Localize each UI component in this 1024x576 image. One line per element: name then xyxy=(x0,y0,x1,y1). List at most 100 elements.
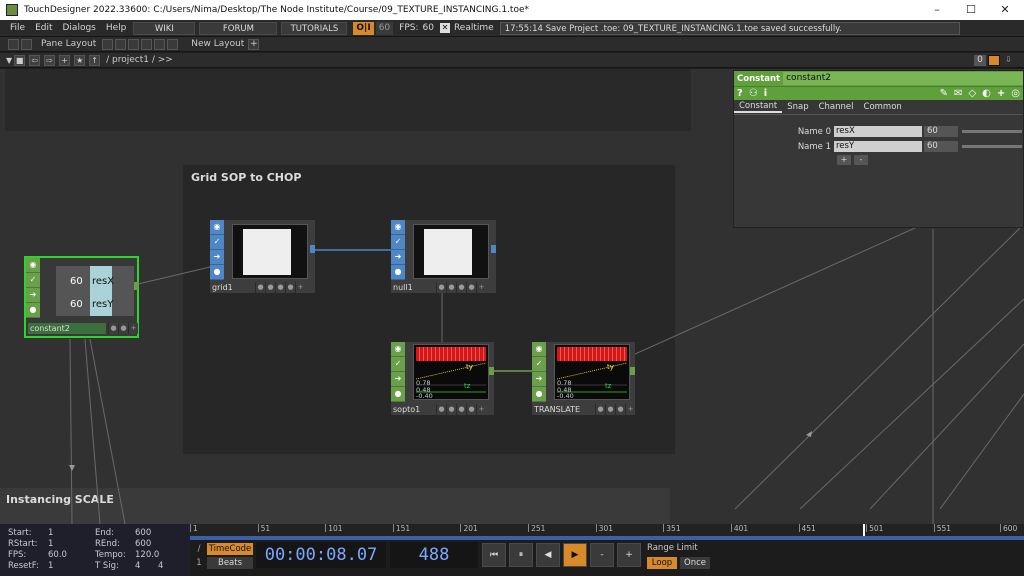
pane-view-icon[interactable] xyxy=(8,38,19,50)
tsig-value-a[interactable]: 4 xyxy=(135,561,140,571)
tag-icon[interactable]: ◇ xyxy=(968,88,976,99)
parameter-panel[interactable]: Constant constant2 ? ⚇ i ✎ ✉ ◇ ◐ + ◎ Con… xyxy=(733,70,1024,228)
wiki-button[interactable]: WIKI xyxy=(133,21,196,35)
rend-value[interactable]: 600 xyxy=(135,539,151,549)
node-null1[interactable]: ◉ ✓ ➔ ● null1 ● ● ● ● + xyxy=(391,220,496,293)
layout-2-button[interactable] xyxy=(115,38,127,50)
layout-5-button[interactable] xyxy=(154,38,166,50)
node-label[interactable]: grid1 xyxy=(210,282,254,293)
timeline-range-bar[interactable] xyxy=(190,536,1024,540)
frame-display[interactable]: 488 xyxy=(390,542,478,568)
layout-1-button[interactable] xyxy=(102,38,114,50)
step-back-icon[interactable]: ◀ xyxy=(536,543,560,567)
pause-icon[interactable]: ⏸ xyxy=(509,543,533,567)
menu-help[interactable]: Help xyxy=(101,23,132,33)
name0-field[interactable]: resX xyxy=(834,126,922,137)
layout-6-button[interactable] xyxy=(167,38,179,50)
minimize-button[interactable]: – xyxy=(922,0,952,20)
realtime-checkbox[interactable]: ✕ xyxy=(439,23,450,33)
op-name-field[interactable]: constant2 xyxy=(783,72,1023,85)
dropdown-icon[interactable]: ▼ xyxy=(6,56,12,65)
node-flags[interactable]: ● ● ● ● + xyxy=(436,282,486,293)
node-viewer-toggles[interactable]: ◉ ✓ ➔ ● xyxy=(532,342,546,402)
node-viewer-toggles[interactable]: ◉ ✓ ➔ ● xyxy=(391,342,405,402)
timecode-display[interactable]: 00:00:08.07 xyxy=(256,542,386,568)
play-icon[interactable]: ▶ xyxy=(563,543,587,567)
decrease-speed-icon[interactable]: - xyxy=(590,543,614,567)
tsig-value-b[interactable]: 4 xyxy=(158,561,163,571)
tab-common[interactable]: Common xyxy=(859,102,907,112)
output-port[interactable] xyxy=(491,245,496,253)
node-label[interactable]: sopto1 xyxy=(391,404,435,415)
menu-dialogs[interactable]: Dialogs xyxy=(58,23,101,33)
node-sopto1[interactable]: ◉ ✓ ➔ ● ty tz 0.78 0.48 -0.40 sopto1 ● ● ● ● + xyxy=(391,342,494,415)
node-flags[interactable]: ● ● ● ● + xyxy=(255,282,305,293)
increase-speed-icon[interactable]: + xyxy=(617,543,641,567)
rstart-value[interactable]: 1 xyxy=(48,539,53,549)
python-help-icon[interactable]: ⚇ xyxy=(749,88,758,99)
end-value[interactable]: 600 xyxy=(135,528,151,538)
value0-slider[interactable] xyxy=(962,130,1022,133)
close-button[interactable]: ✕ xyxy=(990,0,1020,20)
forum-button[interactable]: FORUM xyxy=(199,21,278,35)
tab-constant[interactable]: Constant xyxy=(734,101,783,113)
add-row-button[interactable]: + xyxy=(837,155,851,165)
home-icon[interactable]: ■ xyxy=(14,54,26,66)
forward-icon[interactable]: ⇨ xyxy=(44,54,56,66)
back-icon[interactable]: ⇦ xyxy=(29,54,41,66)
tab-channel[interactable]: Channel xyxy=(814,102,859,112)
rewind-icon[interactable]: ⏮ xyxy=(482,543,506,567)
node-translate[interactable]: ◉ ✓ ➔ ● ty tz 0.78 0.48 -0.40 TRANSLATE ● ● ●… xyxy=(532,342,635,415)
value1-field[interactable]: 60 xyxy=(924,141,958,152)
tab-snap[interactable]: Snap xyxy=(782,102,813,112)
value1-slider[interactable] xyxy=(962,145,1022,148)
fps-stat-value[interactable]: 60.0 xyxy=(48,550,67,560)
once-button[interactable]: Once xyxy=(680,557,710,569)
maximize-pane-icon[interactable] xyxy=(988,55,1000,66)
settings-icon[interactable]: ◎ xyxy=(1011,88,1020,99)
node-grid1[interactable]: ◉ ✓ ➔ ● grid1 ● ● ● ● + xyxy=(210,220,315,293)
pane-index[interactable]: 0 xyxy=(974,55,986,66)
info-icon[interactable]: i xyxy=(764,88,767,99)
output-port[interactable] xyxy=(134,282,139,290)
node-flags[interactable]: ● ● ● ● + xyxy=(436,404,486,415)
timecode-button[interactable]: TimeCode xyxy=(207,543,253,555)
help-icon[interactable]: ? xyxy=(737,88,743,99)
resetf-value[interactable]: 1 xyxy=(48,561,53,571)
comment-icon[interactable]: ✉ xyxy=(954,88,962,99)
output-port[interactable] xyxy=(630,367,635,375)
remove-row-button[interactable]: - xyxy=(854,155,868,165)
node-constant2[interactable]: ◉ ✓ ➔ ● 60 resX 60 resY constant2 ● ● + xyxy=(24,256,139,338)
node-viewer-toggles[interactable]: ◉ ✓ ➔ ● xyxy=(210,220,224,280)
node-flags[interactable]: ● ● + xyxy=(108,323,138,334)
value0-field[interactable]: 60 xyxy=(924,126,958,137)
node-label[interactable]: null1 xyxy=(391,282,435,293)
edit-icon[interactable]: ✎ xyxy=(940,88,948,99)
playhead[interactable] xyxy=(863,524,865,536)
node-flags[interactable]: ● ● ● + xyxy=(595,404,635,415)
new-layout-button[interactable]: + xyxy=(248,38,260,50)
maximize-button[interactable]: ☐ xyxy=(956,0,986,20)
tempo-value[interactable]: 120.0 xyxy=(135,550,159,560)
menu-file[interactable]: File xyxy=(0,23,30,33)
pane-down-icon[interactable]: ⇩ xyxy=(1005,55,1017,66)
add-param-icon[interactable]: + xyxy=(997,88,1005,99)
node-viewer-toggles[interactable]: ◉ ✓ ➔ ● xyxy=(391,220,405,280)
output-port[interactable] xyxy=(310,245,315,253)
name1-field[interactable]: resY xyxy=(834,141,922,152)
add-icon[interactable]: + xyxy=(59,54,71,66)
node-label[interactable]: TRANSLATE xyxy=(532,404,594,415)
layout-4-button[interactable] xyxy=(141,38,153,50)
bookmark-icon[interactable]: ★ xyxy=(74,54,86,66)
loop-button[interactable]: Loop xyxy=(647,557,677,569)
network-path[interactable]: / project1 / >> xyxy=(106,55,173,65)
menu-edit[interactable]: Edit xyxy=(30,23,57,33)
python-icon[interactable]: ◐ xyxy=(982,88,991,99)
tutorials-button[interactable]: TUTORIALS xyxy=(281,21,348,35)
perf-monitor-button[interactable]: O|I xyxy=(353,21,374,35)
layout-3-button[interactable] xyxy=(128,38,140,50)
node-label[interactable]: constant2 xyxy=(28,323,106,334)
node-viewer-toggles[interactable]: ◉ ✓ ➔ ● xyxy=(26,258,40,318)
pane-split-icon[interactable] xyxy=(21,38,32,50)
start-value[interactable]: 1 xyxy=(48,528,53,538)
